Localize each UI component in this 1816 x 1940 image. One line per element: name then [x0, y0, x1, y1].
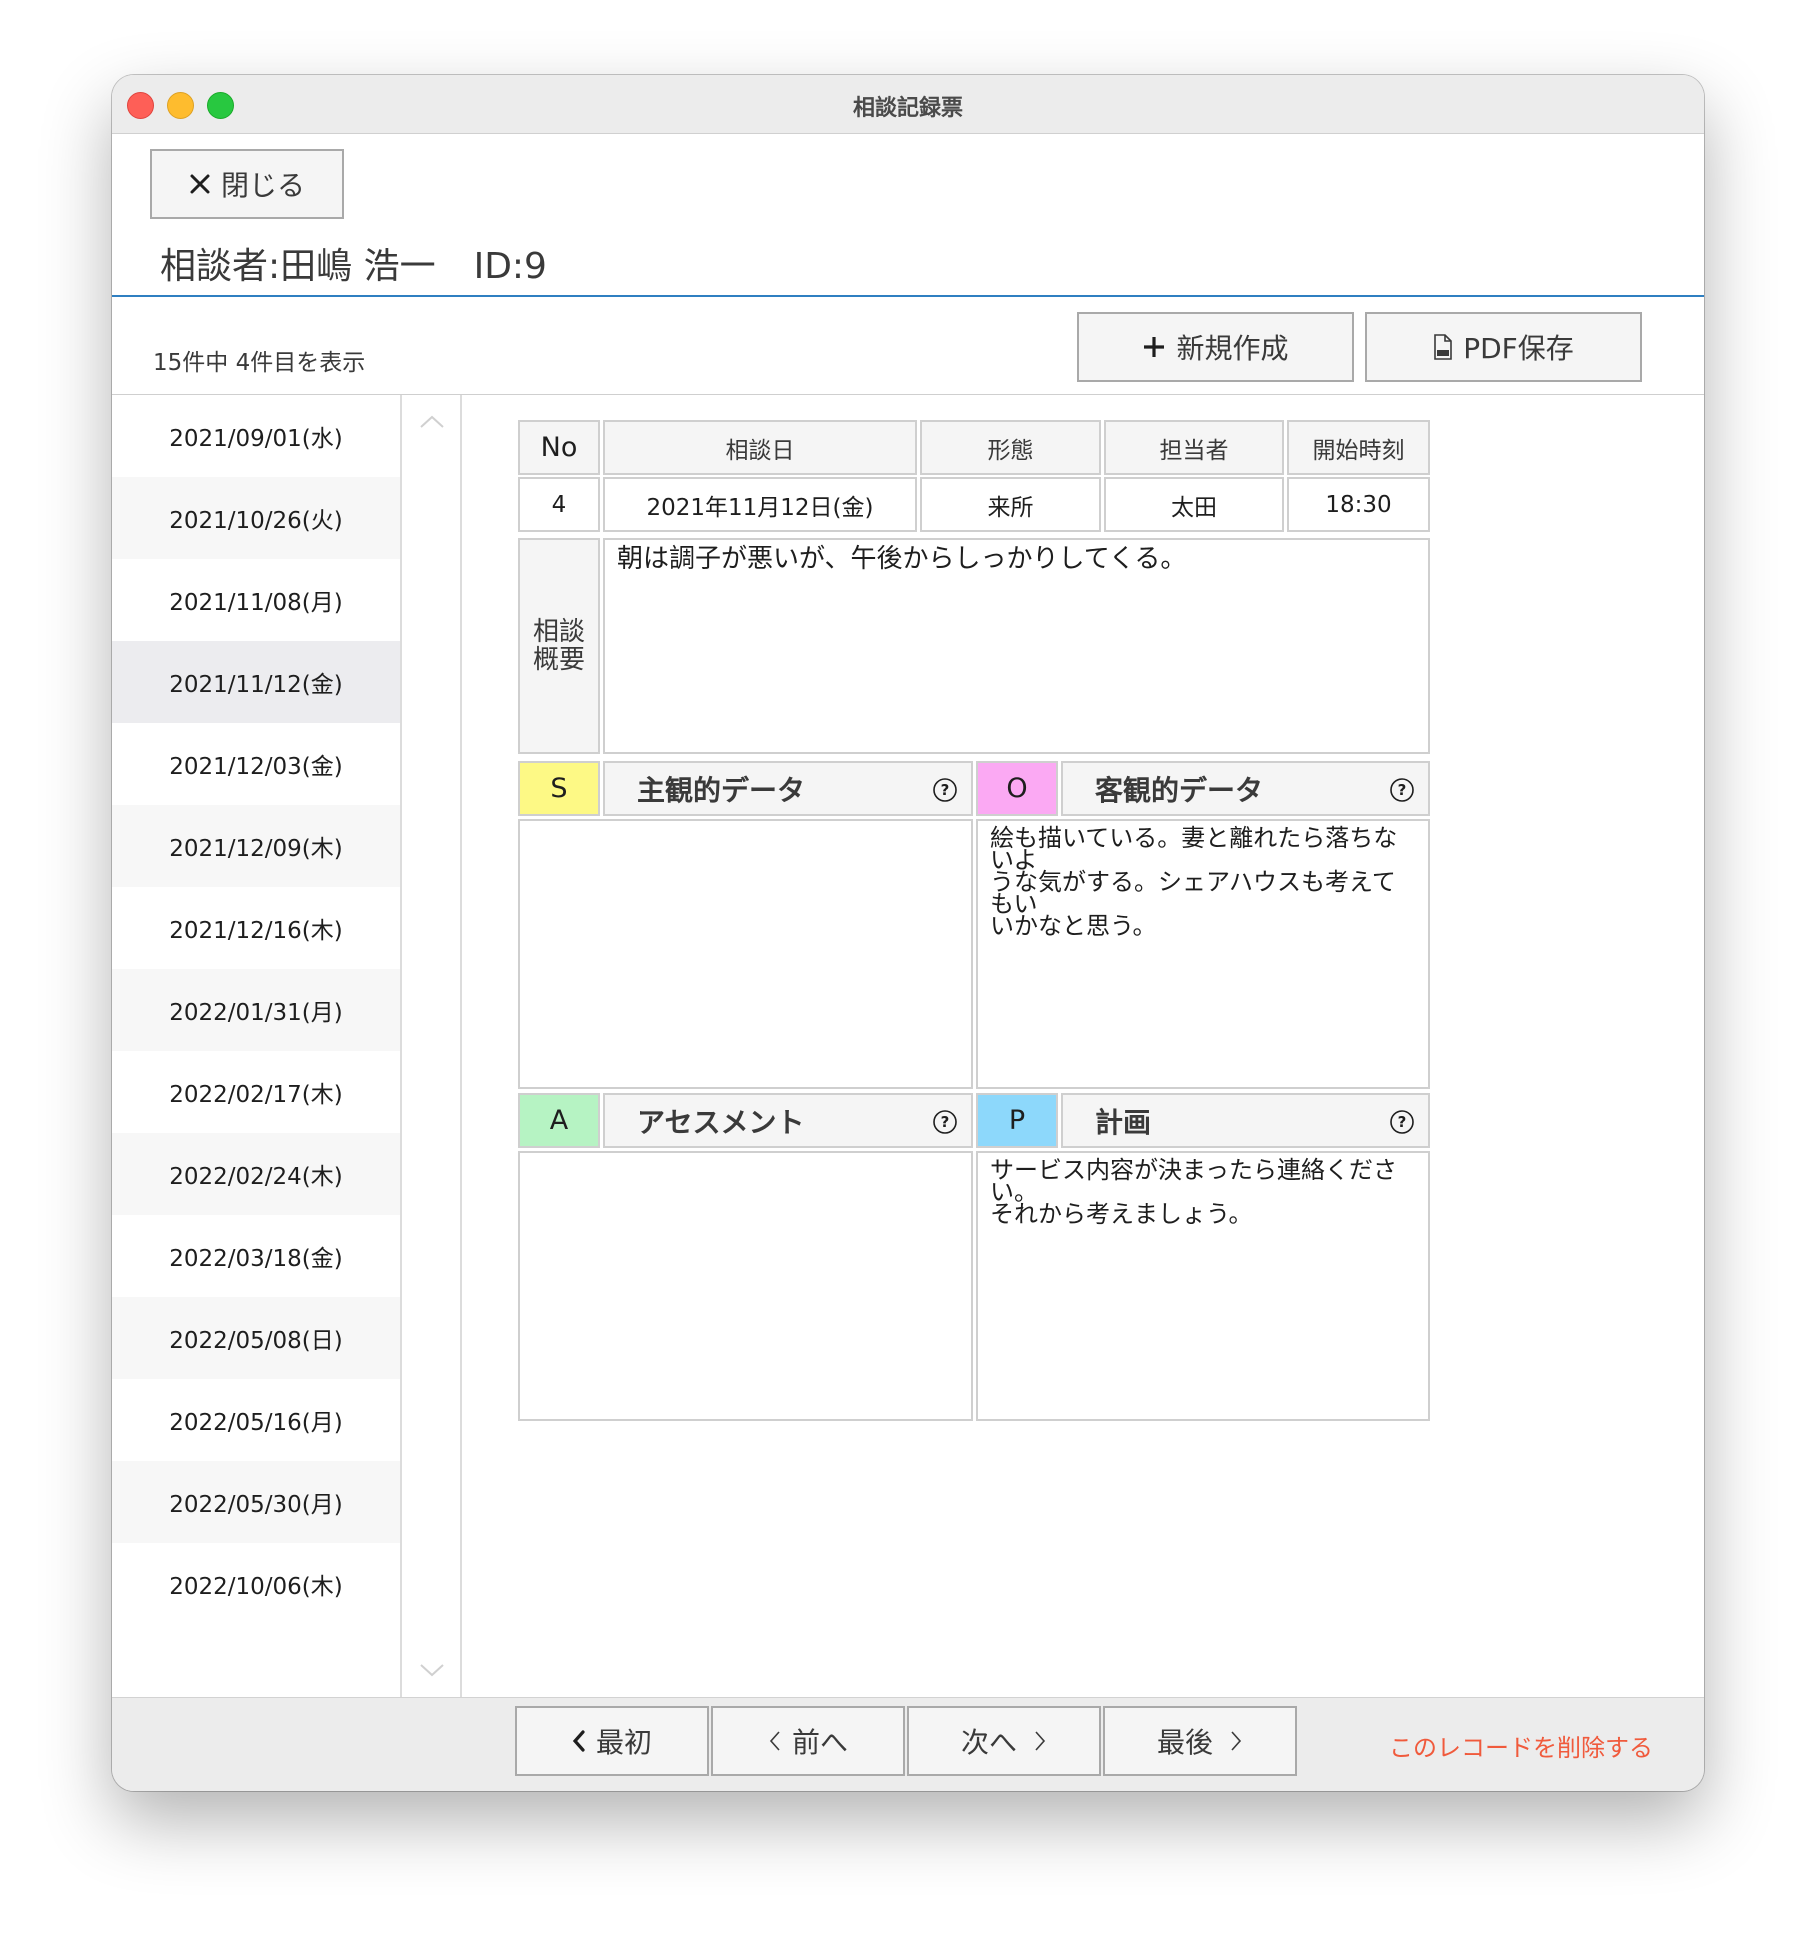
- objective-data-header: 客観的データ ?: [1061, 761, 1430, 816]
- client-name: 相談者:田嶋 浩一: [160, 246, 436, 287]
- client-header: 相談者:田嶋 浩一 ID:9: [160, 237, 547, 289]
- date-list-item[interactable]: 2022/10/06(木): [112, 1543, 400, 1625]
- date-list-item[interactable]: 2021/12/03(金): [112, 723, 400, 805]
- plan-title: 計画: [1095, 1105, 1152, 1139]
- objective-data-textarea[interactable]: 絵も描いている。妻と離れたら落ちないよ うな気がする。シェアハウスも考えてもい …: [976, 819, 1430, 1089]
- date-list-item[interactable]: 2022/03/18(金): [112, 1215, 400, 1297]
- close-icon: [190, 174, 210, 194]
- help-icon[interactable]: ?: [1390, 778, 1414, 802]
- date-list: 2021/09/01(水) 2021/10/26(火) 2021/11/08(月…: [112, 395, 400, 1697]
- delete-record-link[interactable]: このレコードを削除する: [1389, 1728, 1653, 1763]
- header-divider: [112, 295, 1704, 297]
- plan-header: 計画 ?: [1061, 1093, 1430, 1148]
- date-list-item[interactable]: 2021/12/16(木): [112, 887, 400, 969]
- chevron-down-icon[interactable]: [419, 1663, 445, 1677]
- summary-textarea[interactable]: 朝は調子が悪いが、午後からしっかりしてくる。: [603, 538, 1430, 754]
- record-no: 4: [518, 477, 600, 532]
- first-record-button[interactable]: 最初: [515, 1706, 709, 1776]
- date-list-item[interactable]: 2022/05/16(月): [112, 1379, 400, 1461]
- close-button-label: 閉じる: [220, 169, 305, 202]
- assessment-header: アセスメント ?: [603, 1093, 973, 1148]
- chevron-right-icon: [1231, 1731, 1242, 1751]
- type-header: 形態: [920, 420, 1101, 475]
- help-icon[interactable]: ?: [933, 1110, 957, 1134]
- date-list-item[interactable]: 2021/12/09(木): [112, 805, 400, 887]
- date-list-item[interactable]: 2022/01/31(月): [112, 969, 400, 1051]
- date-list-item[interactable]: 2022/05/08(日): [112, 1297, 400, 1379]
- pdf-file-icon: [1434, 334, 1453, 360]
- title-bar: 相談記録票: [112, 75, 1704, 134]
- record-navigation-bar: 最初 前へ 次へ 最後 このレコードを削除する: [112, 1697, 1704, 1791]
- staff-field[interactable]: 太田: [1104, 477, 1284, 532]
- next-record-label: 次へ: [960, 1726, 1017, 1759]
- previous-record-label: 前へ: [791, 1726, 848, 1759]
- date-header: 相談日: [603, 420, 917, 475]
- date-list-item[interactable]: 2022/02/17(木): [112, 1051, 400, 1133]
- client-id: ID:9: [473, 246, 547, 287]
- first-record-label: 最初: [595, 1726, 652, 1759]
- help-icon[interactable]: ?: [1390, 1110, 1414, 1134]
- subjective-data-textarea[interactable]: [518, 819, 973, 1089]
- objective-data-title: 客観的データ: [1095, 773, 1264, 807]
- svg-text:?: ?: [1398, 781, 1407, 799]
- date-list-item[interactable]: 2021/10/26(火): [112, 477, 400, 559]
- new-record-label: 新規作成: [1176, 332, 1289, 365]
- last-record-label: 最後: [1156, 1726, 1213, 1759]
- svg-text:?: ?: [1398, 1113, 1407, 1131]
- a-badge: A: [518, 1093, 600, 1148]
- subjective-data-title: 主観的データ: [637, 773, 806, 807]
- app-window: 相談記録票 閉じる 相談者:田嶋 浩一 ID:9 15件中 4件目を表示 新規作成…: [112, 75, 1704, 1791]
- date-list-item[interactable]: 2021/11/08(月): [112, 559, 400, 641]
- chevron-up-icon[interactable]: [419, 415, 445, 429]
- new-record-button[interactable]: 新規作成: [1077, 312, 1354, 382]
- close-button[interactable]: 閉じる: [150, 149, 344, 219]
- date-list-item-selected[interactable]: 2021/11/12(金): [112, 641, 400, 723]
- next-record-button[interactable]: 次へ: [907, 1706, 1101, 1776]
- help-icon[interactable]: ?: [933, 778, 957, 802]
- consult-date-field[interactable]: 2021年11月12日(金): [603, 477, 917, 532]
- list-scrollbar[interactable]: [400, 395, 462, 1697]
- chevron-left-icon: [769, 1731, 780, 1751]
- staff-header: 担当者: [1104, 420, 1284, 475]
- window-title: 相談記録票: [852, 96, 963, 121]
- start-time-field[interactable]: 18:30: [1287, 477, 1430, 532]
- start-time-header: 開始時刻: [1287, 420, 1430, 475]
- svg-text:?: ?: [941, 1113, 950, 1131]
- assessment-textarea[interactable]: [518, 1151, 973, 1421]
- date-list-item[interactable]: 2022/02/24(木): [112, 1133, 400, 1215]
- no-header: No: [518, 420, 600, 475]
- svg-text:?: ?: [941, 781, 950, 799]
- plus-icon: [1144, 337, 1165, 357]
- consult-type-field[interactable]: 来所: [920, 477, 1101, 532]
- chevron-right-icon: [1035, 1731, 1046, 1751]
- save-pdf-label: PDF保存: [1463, 332, 1574, 365]
- chevron-left-bold-icon: [572, 1730, 585, 1752]
- p-badge: P: [976, 1093, 1058, 1148]
- record-count: 15件中 4件目を表示: [153, 350, 366, 376]
- previous-record-button[interactable]: 前へ: [711, 1706, 905, 1776]
- last-record-button[interactable]: 最後: [1103, 1706, 1297, 1776]
- plan-textarea[interactable]: サービス内容が決まったら連絡ください。 それから考えましょう。: [976, 1151, 1430, 1421]
- o-badge: O: [976, 761, 1058, 816]
- save-pdf-button[interactable]: PDF保存: [1365, 312, 1642, 382]
- summary-label: 相談 概要: [518, 538, 600, 754]
- s-badge: S: [518, 761, 600, 816]
- assessment-title: アセスメント: [637, 1105, 805, 1139]
- date-list-item[interactable]: 2021/09/01(水): [112, 395, 400, 477]
- date-list-item[interactable]: 2022/05/30(月): [112, 1461, 400, 1543]
- subjective-data-header: 主観的データ ?: [603, 761, 973, 816]
